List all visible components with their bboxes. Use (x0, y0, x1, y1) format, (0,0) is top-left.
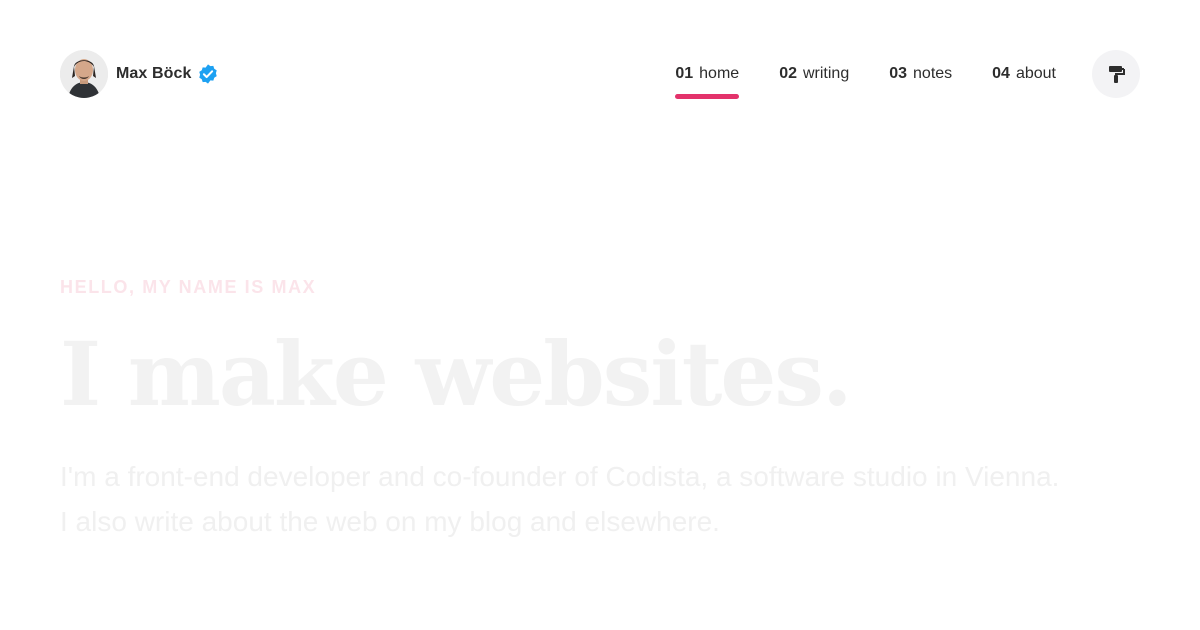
hero-kicker: HELLO, MY NAME IS MAX (60, 277, 317, 297)
nav-item-number: 01 (675, 65, 694, 82)
hero-intro: I'm a front-end developer and co-founder… (60, 461, 1060, 537)
nav-item-number: 02 (779, 65, 797, 82)
nav-item-home[interactable]: 01 home (675, 50, 740, 99)
avatar (60, 50, 108, 98)
nav-item-about[interactable]: 04 about (992, 50, 1056, 98)
nav-item-label: writing (802, 65, 850, 82)
paint-roller-icon (1109, 66, 1125, 83)
nav-item-label: home (699, 65, 740, 82)
home-link[interactable]: Max Böck (60, 50, 219, 98)
nav-item-number: 04 (992, 65, 1010, 82)
verified-badge-icon (198, 64, 217, 84)
nav-item-label: notes (913, 65, 953, 82)
theme-switcher-button[interactable] (1092, 50, 1140, 98)
nav-item-label: about (1015, 65, 1056, 82)
author-name: Max Böck (116, 65, 192, 82)
site-header: Max Böck 01 home 02 writing 03 notes 04 … (60, 50, 1140, 99)
hero-headline: I make websites. (60, 322, 853, 426)
nav-item-number: 03 (889, 65, 908, 82)
nav-item-notes[interactable]: 03 notes (889, 50, 952, 98)
main-nav: 01 home 02 writing 03 notes 04 about (675, 50, 1056, 99)
hero-section: HELLO, MY NAME IS MAX I make websites. I… (60, 270, 1060, 544)
nav-item-writing[interactable]: 02 writing (779, 50, 849, 98)
